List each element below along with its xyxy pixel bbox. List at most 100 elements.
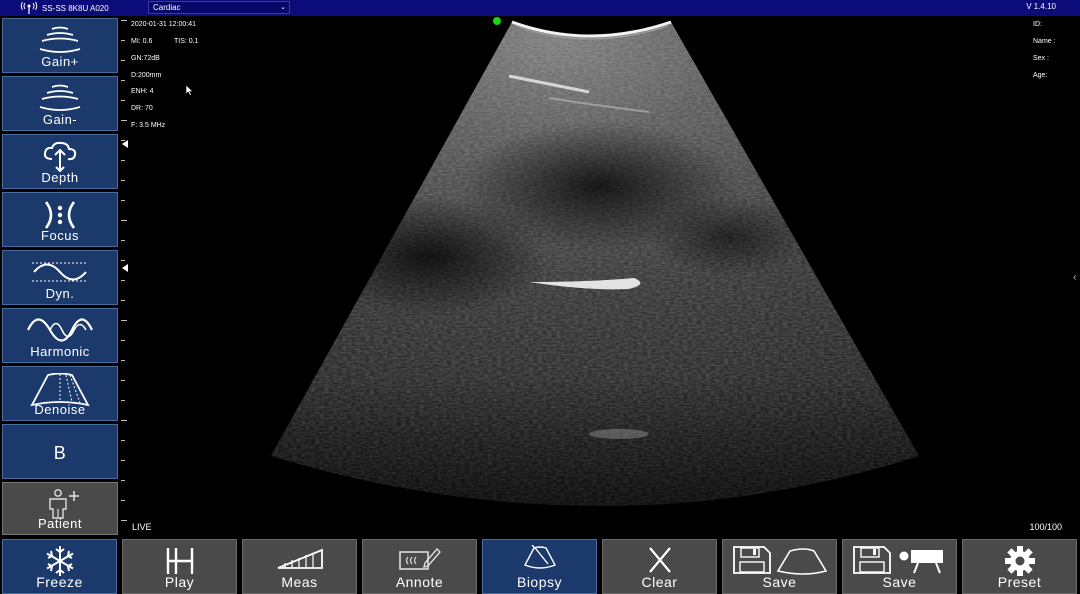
measure-icon <box>277 548 323 569</box>
depth-scale-tick <box>121 380 125 381</box>
biopsy-icon <box>523 545 556 569</box>
depth-scale-tick <box>121 300 125 301</box>
annotate-icon <box>398 547 441 570</box>
left-control-panel: Gain+ Gain- Depth Focus Dyn. Harmonic De… <box>0 16 121 536</box>
patient-sex: Sex : <box>1033 55 1049 62</box>
patient-name: Name : <box>1033 38 1056 45</box>
probe-orientation-marker <box>493 17 501 25</box>
gain-readout: GN:72dB <box>131 55 160 62</box>
depth-scale-tick <box>121 460 125 461</box>
focus-icon <box>44 201 76 229</box>
depth-scale <box>121 16 129 536</box>
save-image-button[interactable]: Save <box>722 539 837 594</box>
dynamic-range-readout: DR: 70 <box>131 105 153 112</box>
save-video-button[interactable]: Save <box>842 539 957 594</box>
gear-icon <box>1004 546 1035 576</box>
thermal-index: TIS: 0.1 <box>174 38 199 45</box>
top-bar: SS-SS 8K8U A020 Cardiac ⌄ V 1.4.10 <box>0 0 1080 16</box>
depth-scale-tick <box>121 520 127 521</box>
dynamic-range-icon <box>32 262 88 282</box>
depth-label: Depth <box>41 170 79 185</box>
depth-scale-tick <box>121 180 125 181</box>
depth-scale-tick <box>121 480 125 481</box>
harmonic-button[interactable]: Harmonic <box>2 308 118 363</box>
depth-scale-tick <box>121 340 125 341</box>
depth-scale-tick <box>121 160 125 161</box>
depth-scale-tick <box>121 280 125 281</box>
save-image-label: Save <box>762 574 797 590</box>
depth-scale-tick <box>121 400 125 401</box>
annotate-button[interactable]: Annote <box>362 539 477 594</box>
focus-button[interactable]: Focus <box>2 192 118 247</box>
exam-preset-value: Cardiac <box>153 3 181 12</box>
depth-scale-tick <box>121 40 125 41</box>
measure-label: Meas <box>281 574 318 590</box>
save-video-label: Save <box>882 574 917 590</box>
gain-plus-button[interactable]: Gain+ <box>2 18 118 73</box>
save-video-icon <box>852 546 943 574</box>
focus-label: Focus <box>41 228 79 243</box>
depth-icon <box>43 141 77 173</box>
depth-scale-tick <box>121 360 125 361</box>
focus-position-marker[interactable] <box>122 264 128 272</box>
device-status: SS-SS 8K8U A020 <box>20 2 109 14</box>
depth-scale-tick <box>121 500 125 501</box>
preset-label: Preset <box>997 574 1042 590</box>
exam-preset-select[interactable]: Cardiac ⌄ <box>148 1 290 14</box>
denoise-button[interactable]: Denoise <box>2 366 118 421</box>
b-mode-label: B <box>53 443 67 463</box>
wireless-probe-icon <box>20 2 38 14</box>
dynamic-range-button[interactable]: Dyn. <box>2 250 118 305</box>
biopsy-label: Biopsy <box>516 574 563 590</box>
patient-label: Patient <box>38 516 82 531</box>
depth-scale-tick <box>121 80 125 81</box>
dynamic-range-label: Dyn. <box>45 286 75 301</box>
device-name: SS-SS 8K8U A020 <box>42 3 109 13</box>
depth-scale-tick <box>121 200 125 201</box>
patient-button[interactable]: Patient <box>2 482 118 535</box>
depth-scale-tick <box>121 420 127 421</box>
denoise-label: Denoise <box>34 402 86 417</box>
snowflake-icon <box>46 546 73 576</box>
annotate-label: Annote <box>395 574 444 590</box>
enhancement-readout: ENH: 4 <box>131 88 154 95</box>
ultrasound-image-area[interactable]: 2020-01-31 12:00:41 MI: 0.6 TIS: 0.1 GN:… <box>129 16 1080 536</box>
gain-minus-icon <box>39 84 81 111</box>
gain-plus-label: Gain+ <box>41 54 79 69</box>
b-mode-sector-image <box>271 20 919 506</box>
depth-button[interactable]: Depth <box>2 134 118 189</box>
frequency-readout: F: 3.5 MHz <box>131 122 166 129</box>
patient-icon <box>49 489 79 519</box>
depth-scale-tick <box>121 320 127 321</box>
cine-frame-counter: 100/100 <box>1029 522 1062 532</box>
software-version: V 1.4.10 <box>1026 2 1056 11</box>
preset-button[interactable]: Preset <box>962 539 1077 594</box>
clear-label: Clear <box>641 574 678 590</box>
depth-scale-tick <box>121 60 125 61</box>
bottom-toolbar: Freeze Play Meas Annote Biopsy Clear Sav… <box>0 537 1080 594</box>
depth-scale-tick <box>121 440 125 441</box>
focus-position-marker[interactable] <box>122 140 128 148</box>
clear-button[interactable]: Clear <box>602 539 717 594</box>
gain-plus-icon <box>39 26 81 53</box>
biopsy-button[interactable]: Biopsy <box>482 539 597 594</box>
side-panel-toggle[interactable]: ‹ <box>1073 268 1080 288</box>
freeze-button[interactable]: Freeze <box>2 539 117 594</box>
chevron-left-icon: ‹ <box>1073 272 1077 283</box>
measure-button[interactable]: Meas <box>242 539 357 594</box>
clear-x-icon <box>648 547 671 573</box>
gain-minus-button[interactable]: Gain- <box>2 76 118 131</box>
depth-scale-tick <box>121 220 127 221</box>
chevron-down-icon: ⌄ <box>280 4 286 11</box>
live-status: LIVE <box>132 522 152 532</box>
depth-scale-tick <box>121 240 125 241</box>
gain-minus-label: Gain- <box>42 112 78 127</box>
mouse-cursor-icon <box>186 85 194 96</box>
patient-age: Age: <box>1033 72 1048 79</box>
play-button[interactable]: Play <box>122 539 237 594</box>
patient-id: ID: <box>1033 21 1042 28</box>
b-mode-button[interactable]: B <box>2 424 118 479</box>
depth-scale-tick <box>121 20 127 21</box>
mechanical-index: MI: 0.6 <box>131 38 153 45</box>
play-cine-icon <box>166 548 193 574</box>
